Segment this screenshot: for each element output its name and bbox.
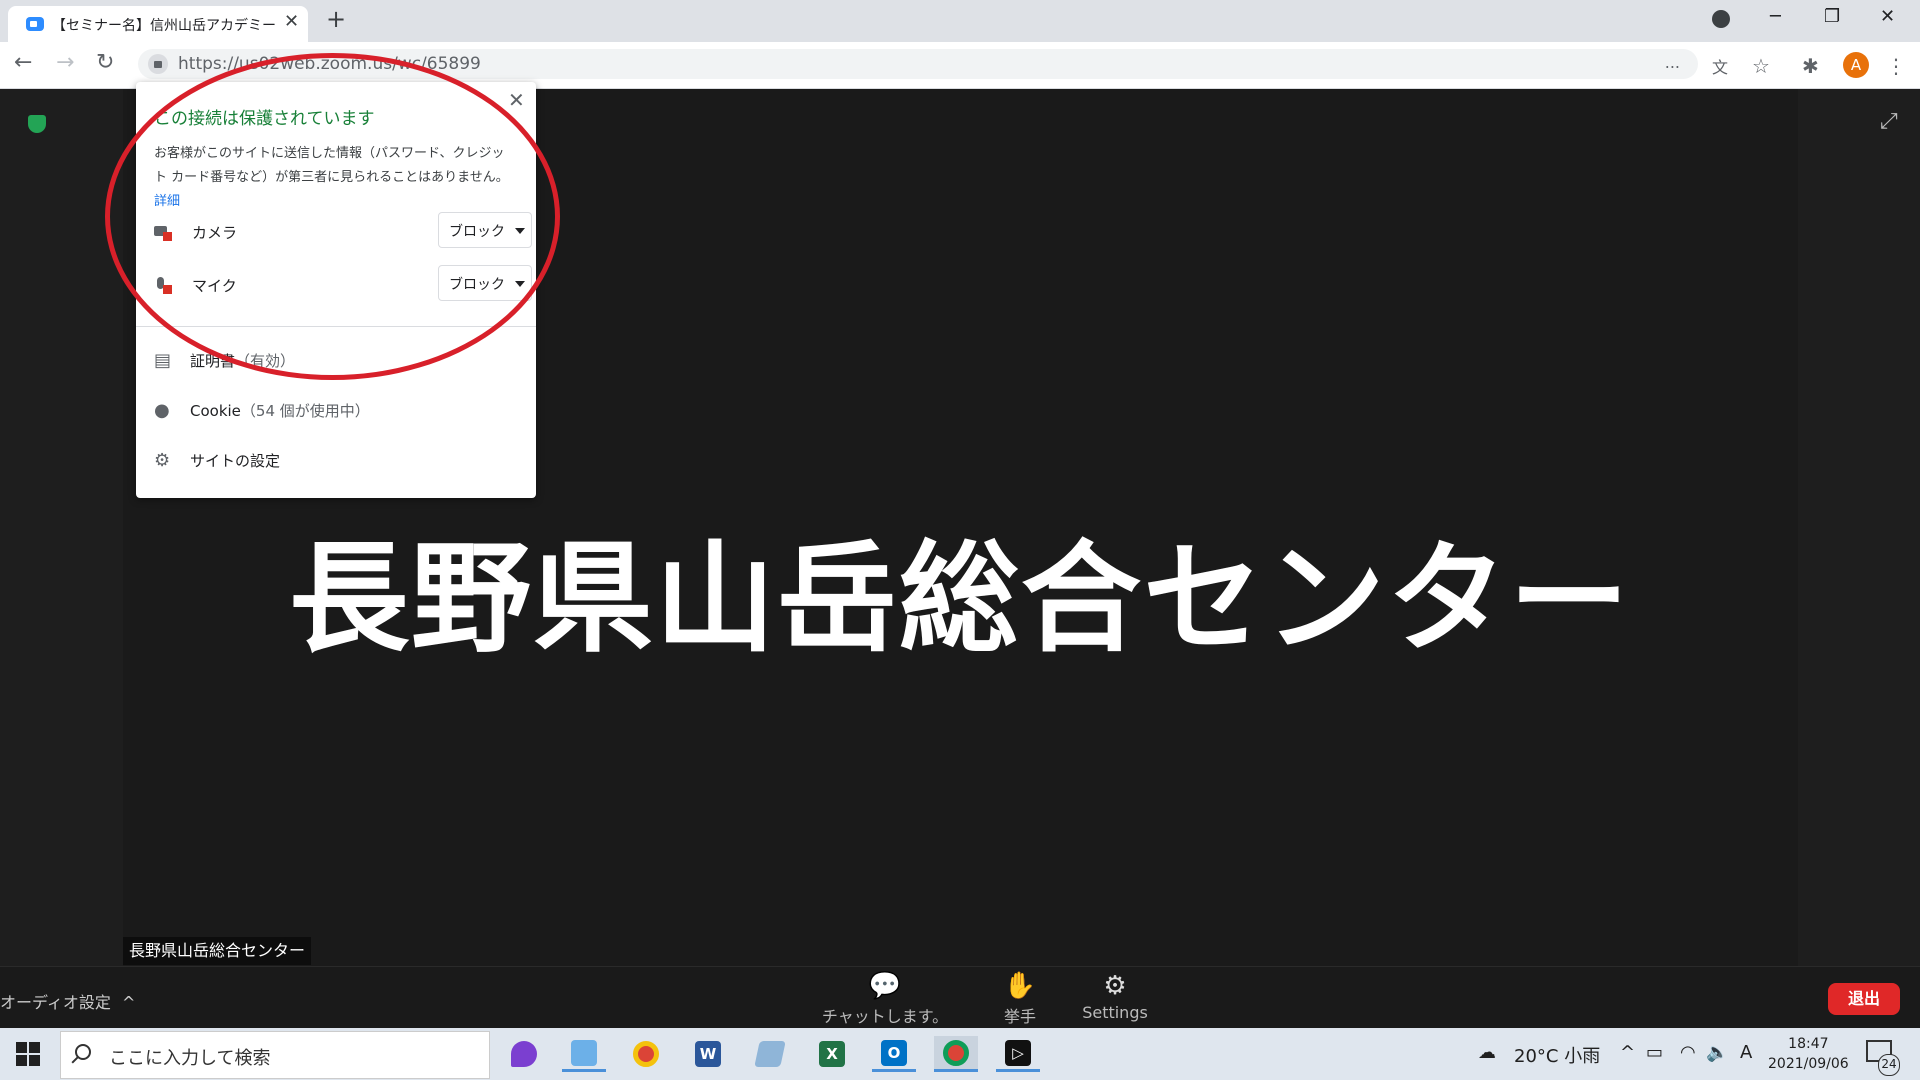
chat-bubble-icon: 💬: [868, 971, 902, 1001]
security-shield-icon[interactable]: [28, 115, 46, 133]
window-close-button[interactable]: ✕: [1880, 6, 1895, 27]
settings-label: Settings: [1082, 1003, 1148, 1022]
notes-icon: [754, 1041, 786, 1067]
droplet-app-icon: [511, 1041, 537, 1067]
taskbar-app-outlook[interactable]: O: [872, 1036, 916, 1072]
red-annotation-ellipse: [105, 53, 560, 380]
notification-count-badge: 24: [1878, 1054, 1900, 1076]
leave-button[interactable]: 退出: [1828, 983, 1900, 1015]
link-label-text: Cookie: [190, 402, 241, 420]
browser-tab-strip: 【セミナー名】信州山岳アカデミー ✕ + ─ ❐ ✕: [0, 0, 1920, 42]
taskbar-search-placeholder: ここに入力して検索: [109, 1048, 271, 1069]
hand-icon: ✋: [1003, 971, 1037, 1001]
restore-button[interactable]: ❐: [1824, 6, 1840, 27]
shared-screen-title: 長野県山岳総合センター: [289, 530, 1631, 669]
tab-title: 【セミナー名】信州山岳アカデミー: [52, 18, 276, 34]
ime-indicator[interactable]: A: [1740, 1042, 1752, 1063]
close-icon[interactable]: ✕: [508, 88, 525, 112]
cookie-icon: ●: [154, 400, 170, 421]
cookie-label: Cookie（54 個が使用中）: [190, 400, 370, 421]
zoom-control-bar: オーディオ設定 ^ 💬 チャットします。 ✋ 挙手 ⚙ Settings 退出: [0, 966, 1920, 1029]
taskbar-app-notes[interactable]: [748, 1036, 792, 1072]
site-settings-label: サイトの設定: [190, 452, 281, 470]
wifi-icon[interactable]: ◠: [1680, 1042, 1696, 1063]
browser-tab[interactable]: 【セミナー名】信州山岳アカデミー ✕: [8, 6, 308, 42]
search-icon: [75, 1044, 91, 1060]
chevron-up-icon: ^: [121, 993, 136, 1012]
taskbar-app-paint-drop[interactable]: [502, 1036, 546, 1072]
audio-settings-button[interactable]: オーディオ設定 ^: [0, 989, 135, 1013]
audio-settings-label: オーディオ設定: [0, 993, 111, 1012]
zoom-app-icon: ▷: [1005, 1039, 1031, 1066]
tab-search-icon[interactable]: [1712, 10, 1730, 28]
gear-icon: ⚙: [1103, 971, 1127, 1001]
taskbar-app-excel[interactable]: X: [810, 1036, 854, 1072]
cookie-row[interactable]: ● Cookie（54 個が使用中）: [154, 392, 518, 426]
palette-app-icon: [571, 1039, 597, 1066]
participant-name-tag: 長野県山岳総合センター: [123, 937, 312, 965]
bookmark-star-icon[interactable]: ☆: [1752, 54, 1770, 78]
raise-hand-label: 挙手: [1003, 1007, 1036, 1026]
chrome-profile-icon: [943, 1039, 969, 1066]
url-ellipsis: ...: [1664, 53, 1680, 72]
taskbar-app-zoom[interactable]: ▷: [996, 1036, 1040, 1072]
site-settings-row[interactable]: ⚙ サイトの設定: [154, 442, 518, 476]
translate-icon[interactable]: 文: [1712, 54, 1728, 78]
chrome-icon: [633, 1041, 659, 1067]
fullscreen-icon[interactable]: ⤢: [1880, 109, 1898, 134]
outlook-icon: O: [881, 1039, 907, 1066]
excel-icon: X: [819, 1041, 845, 1067]
zoom-favicon-icon: [26, 17, 44, 31]
reload-icon[interactable]: ↻: [96, 50, 114, 75]
lock-icon[interactable]: [148, 54, 168, 74]
battery-icon[interactable]: ▭: [1646, 1042, 1663, 1063]
certificate-icon: ▤: [154, 350, 172, 371]
new-tab-button[interactable]: +: [326, 5, 346, 33]
word-icon: W: [695, 1041, 721, 1067]
forward-icon[interactable]: →: [56, 50, 74, 75]
taskbar-app-paint[interactable]: [562, 1036, 606, 1072]
chat-button[interactable]: 💬 チャットします。: [820, 971, 950, 1027]
windows-taskbar: ここに入力して検索 W X O ▷ ☁ 20°C 小雨 ^ ▭ ◠ 🔈 A 18…: [0, 1028, 1920, 1080]
windows-start-icon[interactable]: [16, 1042, 40, 1066]
settings-button[interactable]: ⚙ Settings: [1078, 971, 1152, 1022]
raise-hand-button[interactable]: ✋ 挙手: [990, 971, 1050, 1027]
taskbar-app-chrome-profile[interactable]: [934, 1036, 978, 1072]
clock-time: 18:47: [1788, 1036, 1829, 1052]
taskbar-search-box[interactable]: ここに入力して検索: [60, 1031, 490, 1079]
profile-avatar[interactable]: A: [1843, 52, 1869, 78]
taskbar-clock[interactable]: 18:47 2021/09/06: [1768, 1034, 1849, 1074]
gear-icon: ⚙: [154, 450, 171, 471]
extensions-icon[interactable]: ✱: [1802, 54, 1819, 78]
taskbar-app-word[interactable]: W: [686, 1036, 730, 1072]
link-sub-text: （54 個が使用中）: [240, 402, 370, 420]
weather-icon[interactable]: ☁: [1478, 1042, 1496, 1063]
weather-text[interactable]: 20°C 小雨: [1514, 1042, 1600, 1068]
tab-close-icon[interactable]: ✕: [284, 11, 299, 32]
minimize-button[interactable]: ─: [1770, 6, 1781, 27]
chevron-up-icon[interactable]: ^: [1620, 1042, 1635, 1063]
clock-date: 2021/09/06: [1768, 1056, 1849, 1072]
speaker-muted-icon[interactable]: 🔈: [1706, 1042, 1728, 1063]
taskbar-app-chrome[interactable]: [624, 1036, 668, 1072]
back-icon[interactable]: ←: [14, 50, 32, 75]
chat-label: チャットします。: [821, 1007, 949, 1026]
menu-icon[interactable]: ⋮: [1886, 54, 1906, 78]
